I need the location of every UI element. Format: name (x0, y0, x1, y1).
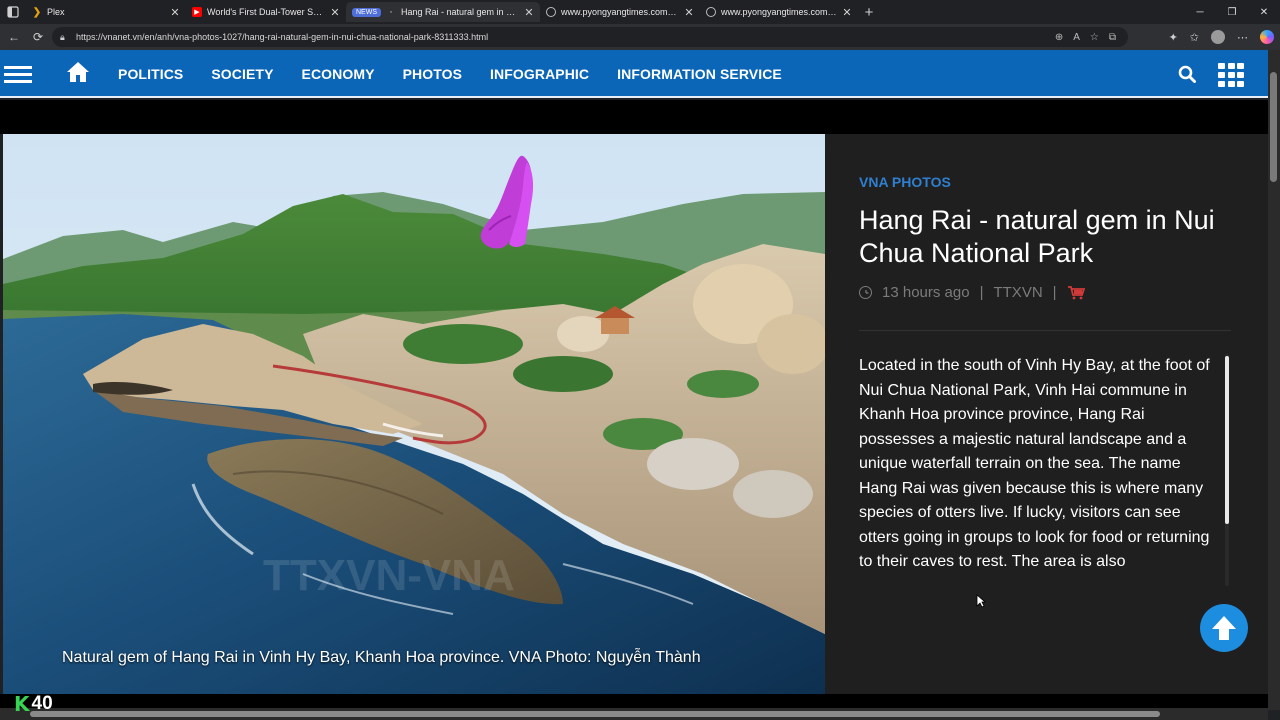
article-meta: 13 hours ago | TTXVN | (859, 284, 1085, 301)
coastal-landscape-image: TTXVN-VNA (3, 134, 825, 694)
window-controls: ─ ❐ ✕ (1184, 0, 1280, 24)
counter-overlay: K 40 (14, 692, 53, 716)
photo-caption: Natural gem of Hang Rai in Vinh Hy Bay, … (62, 649, 701, 666)
article-time: 13 hours ago (882, 284, 970, 301)
meta-separator: | (1052, 284, 1057, 301)
arrow-up-icon (1212, 616, 1236, 640)
profile-avatar[interactable] (1211, 30, 1225, 44)
browser-toolbar: ← ⟳ 🔒︎ https://vnanet.vn/en/anh/vna-phot… (0, 24, 1280, 50)
close-tab-icon[interactable]: ✕ (330, 6, 340, 19)
summary-scrollbar-thumb[interactable] (1225, 356, 1229, 524)
mouse-cursor-icon (976, 594, 986, 608)
minimize-icon[interactable]: ─ (1184, 0, 1216, 24)
horizontal-scrollbar-thumb[interactable] (30, 711, 1160, 717)
split-screen-icon[interactable]: ⧉ (1109, 32, 1116, 43)
tab-group-badge[interactable]: NEWS (352, 7, 381, 17)
tab-title: Plex (47, 7, 65, 17)
bottom-strip (0, 694, 1268, 708)
article-summary: Located in the south of Vinh Hy Bay, at … (859, 357, 1210, 570)
site-info-icon[interactable]: 🔒︎ (60, 32, 74, 43)
article-source: TTXVN (993, 284, 1043, 301)
counter-letter: K (14, 692, 30, 716)
url-text[interactable]: https://vnanet.vn/en/anh/vna-photos-1027… (74, 32, 488, 42)
read-aloud-icon[interactable]: A (1073, 32, 1080, 43)
menu-icon[interactable] (4, 66, 32, 84)
search-icon[interactable] (1178, 65, 1196, 83)
meta-separator: | (979, 284, 984, 301)
article-side-panel: VNA PHOTOS Hang Rai - natural gem in Nui… (825, 134, 1268, 694)
article-title: Hang Rai - natural gem in Nui Chua Natio… (859, 205, 1215, 268)
browser-tab-bar: ❯ Plex ✕ ▶ World's First Dual-Tower Sola… (0, 0, 1280, 24)
youtube-icon: ▶ (192, 7, 202, 17)
tab-title: www.pyongyangtimes.com.kp (561, 7, 679, 17)
apps-grid-icon[interactable] (1218, 63, 1244, 87)
clock-icon (859, 286, 872, 299)
close-tab-icon[interactable]: ✕ (684, 6, 694, 19)
meta-divider (859, 330, 1231, 331)
home-icon[interactable] (66, 60, 90, 84)
tab-plex[interactable]: ❯ Plex ✕ (26, 2, 186, 22)
close-window-icon[interactable]: ✕ (1248, 0, 1280, 24)
new-tab-icon[interactable]: + (858, 4, 880, 21)
close-tab-icon[interactable]: ✕ (524, 6, 534, 19)
tab-pyongyangtimes-1[interactable]: www.pyongyangtimes.com.kp ✕ (540, 2, 700, 22)
address-bar-actions: ⊕ A ☆ ⧉ (1055, 27, 1116, 47)
page-scrollbar-thumb[interactable] (1270, 72, 1277, 182)
tab-youtube[interactable]: ▶ World's First Dual-Tower Solar Th ✕ (186, 2, 346, 22)
article-category[interactable]: VNA PHOTOS (859, 174, 951, 190)
zoom-icon[interactable]: ⊕ (1055, 32, 1063, 43)
favorite-star-icon[interactable]: ☆ (1090, 32, 1099, 43)
close-tab-icon[interactable]: ✕ (170, 6, 180, 19)
news-icon: ◦ (389, 8, 393, 16)
tab-pyongyangtimes-2[interactable]: www.pyongyangtimes.com.kp ✕ (700, 2, 858, 22)
nav-item-politics[interactable]: POLITICS (118, 66, 183, 82)
tab-title: Hang Rai - natural gem in Nui Ch (401, 7, 519, 17)
tab-hang-rai[interactable]: NEWS ◦ Hang Rai - natural gem in Nui Ch … (346, 2, 540, 22)
more-menu-icon[interactable]: ⋯ (1237, 31, 1248, 44)
article-summary-box[interactable]: Located in the south of Vinh Hy Bay, at … (859, 354, 1215, 586)
nav-item-infographic[interactable]: INFOGRAPHIC (490, 66, 589, 82)
globe-icon (546, 7, 556, 17)
globe-icon (706, 7, 716, 17)
top-spacer (0, 100, 1268, 134)
nav-item-economy[interactable]: ECONOMY (302, 66, 375, 82)
tab-title: World's First Dual-Tower Solar Th (207, 7, 325, 17)
address-bar[interactable]: 🔒︎ https://vnanet.vn/en/anh/vna-photos-1… (52, 27, 1128, 47)
cart-icon[interactable] (1067, 285, 1085, 300)
close-tab-icon[interactable]: ✕ (842, 6, 852, 19)
nav-item-information-service[interactable]: INFORMATION SERVICE (617, 66, 782, 82)
plex-icon: ❯ (32, 6, 42, 18)
nav-item-photos[interactable]: PHOTOS (403, 66, 462, 82)
nav-links: POLITICS SOCIETY ECONOMY PHOTOS INFOGRAP… (118, 50, 782, 98)
tab-title: www.pyongyangtimes.com.kp (721, 7, 837, 17)
restore-icon[interactable]: ❐ (1216, 0, 1248, 24)
favorites-icon[interactable]: ✩ (1190, 31, 1199, 44)
back-to-top-button[interactable] (1200, 604, 1248, 652)
extensions-icon[interactable]: ✦ (1169, 31, 1178, 44)
counter-value: 40 (31, 693, 53, 714)
watermark-text: TTXVN-VNA (263, 551, 515, 600)
tab-actions-icon[interactable] (0, 0, 26, 24)
nav-item-society[interactable]: SOCIETY (211, 66, 273, 82)
refresh-icon[interactable]: ⟳ (26, 25, 50, 49)
back-icon[interactable]: ← (2, 25, 26, 49)
extension-toolbar: ✦ ✩ ⋯ (1169, 24, 1274, 50)
site-navigation: POLITICS SOCIETY ECONOMY PHOTOS INFOGRAP… (0, 50, 1268, 98)
copilot-icon[interactable] (1260, 30, 1274, 44)
article-photo[interactable]: TTXVN-VNA (3, 134, 825, 694)
